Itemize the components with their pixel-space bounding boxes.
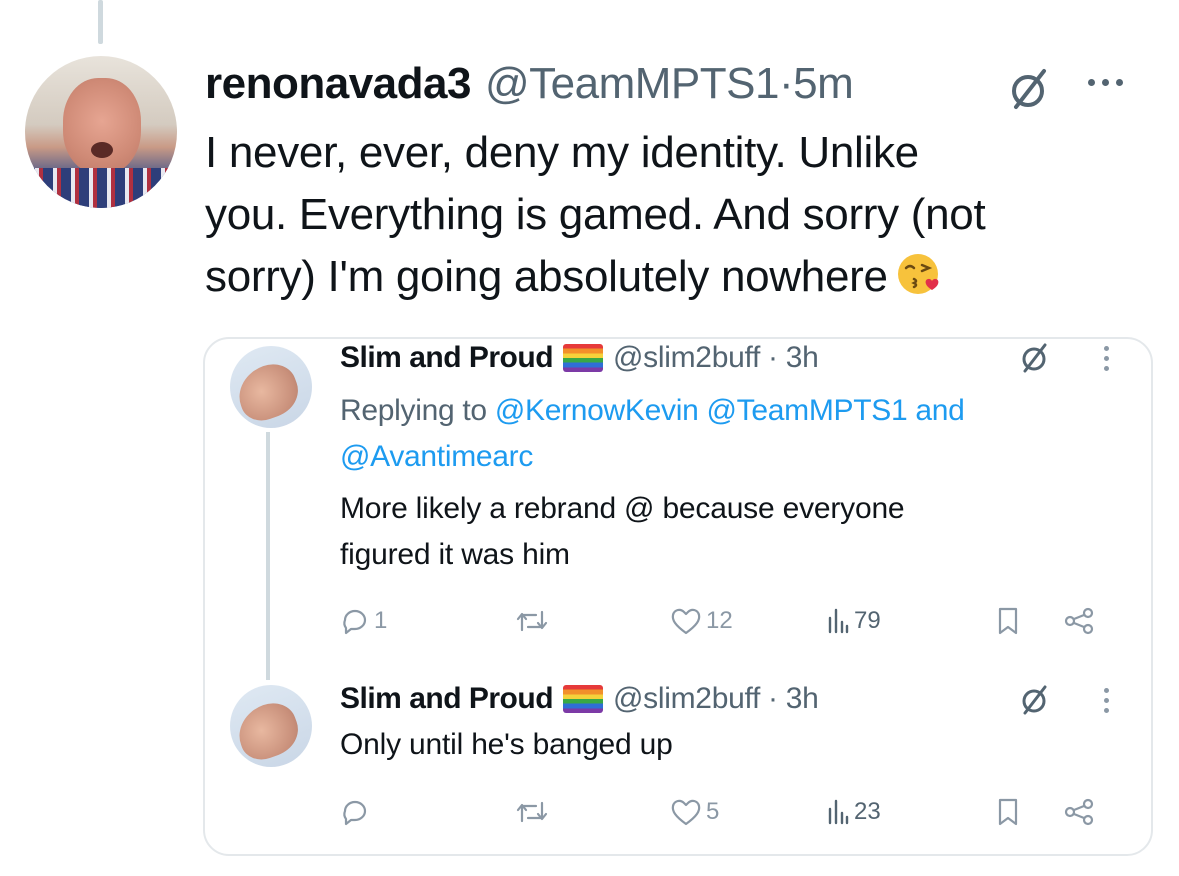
views-button[interactable]: 23 [826, 792, 881, 832]
reply2-timestamp[interactable]: 3h [786, 682, 819, 716]
reply1-text: More likely a rebrand @ because everyone… [340, 486, 905, 578]
slashed-circle-icon [1012, 69, 1046, 109]
replying-to-line: Replying to @KernowKevin @TeamMPTS1 and … [340, 388, 1100, 480]
reply2-text: Only until he's banged up [340, 728, 673, 761]
avatar-mouth [91, 142, 113, 158]
mention-link[interactable]: @Avantimearc [340, 440, 533, 473]
views-button[interactable]: 79 [826, 601, 881, 641]
avatar-arm-image [230, 696, 306, 766]
reply-count: 1 [374, 607, 388, 634]
share-icon [1064, 607, 1094, 635]
reply1-display-name[interactable]: Slim and Proud [340, 341, 554, 375]
thread-connector-line [266, 432, 270, 680]
separator-dot: · [768, 341, 778, 374]
heart-icon [671, 799, 701, 826]
avatar-shirt [25, 168, 177, 208]
reply2-handle[interactable]: @slim2buff [613, 682, 760, 716]
like-button[interactable]: 12 [670, 601, 733, 641]
reply1-text-line-1: More likely a rebrand @ because everyone [340, 492, 905, 525]
tweet-text-line-3: sorry) I'm going absolutely nowhere [205, 246, 1165, 308]
mention-conjunction: and [915, 394, 965, 427]
bookmark-button[interactable] [996, 601, 1020, 641]
reply1-timestamp[interactable]: 3h [786, 341, 819, 375]
reply1-handle[interactable]: @slim2buff [613, 341, 760, 375]
reply2-action-bar: 5 23 [340, 792, 1110, 832]
reply1-text-line-2: figured it was him [340, 538, 570, 571]
avatar-face [63, 78, 141, 174]
retweet-icon [516, 610, 548, 632]
avatar[interactable] [25, 56, 177, 208]
more-options-icon[interactable] [1088, 72, 1138, 92]
replying-to-label: Replying to [340, 394, 487, 427]
rainbow-flag-icon [563, 344, 604, 372]
display-name[interactable]: renonavada3 [205, 59, 471, 109]
tweet-text-line-1: I never, ever, deny my identity. Unlike [205, 128, 919, 177]
separator-dot: · [768, 682, 778, 715]
retweet-button[interactable] [514, 792, 550, 832]
user-handle[interactable]: @TeamMPTS1 [485, 59, 779, 109]
comment-icon [343, 609, 367, 635]
share-icon [1064, 798, 1094, 826]
thread-connector-top [98, 0, 103, 44]
timestamp[interactable]: 5m [793, 59, 854, 109]
comment-icon [343, 800, 367, 826]
bookmark-icon [998, 798, 1018, 826]
reply-button[interactable]: 1 [340, 601, 387, 641]
like-count: 5 [706, 798, 720, 825]
share-button[interactable] [1062, 601, 1096, 641]
reply1-action-bar: 1 12 79 [340, 601, 1110, 641]
reply2-header: Slim and Proud @slim2buff · 3h [340, 679, 819, 719]
retweet-button[interactable] [514, 601, 550, 641]
tweet-text: I never, ever, deny my identity. Unlike … [205, 122, 1165, 308]
bar-chart-views-icon [828, 608, 849, 634]
reply1-avatar[interactable] [230, 346, 312, 428]
bookmark-icon [998, 607, 1018, 635]
slashed-circle-icon [1022, 343, 1047, 373]
separator-dot: · [778, 59, 794, 108]
bookmark-button[interactable] [996, 792, 1020, 832]
heart-icon [671, 608, 701, 635]
reply2-avatar[interactable] [230, 685, 312, 767]
tweet-text-line-2: you. Everything is gamed. And sorry (not [205, 190, 986, 239]
reply1-header: Slim and Proud @slim2buff · 3h [340, 338, 819, 378]
share-button[interactable] [1062, 792, 1096, 832]
more-options-icon[interactable] [1102, 343, 1110, 373]
rainbow-flag-icon [563, 685, 604, 713]
like-button[interactable]: 5 [670, 792, 719, 832]
mention-link[interactable]: @KernowKevin [495, 394, 699, 427]
slashed-circle-icon [1022, 685, 1047, 715]
view-count: 79 [854, 607, 881, 634]
mention-link[interactable]: @TeamMPTS1 [707, 394, 908, 427]
reply-button[interactable] [340, 792, 370, 832]
reply2-display-name[interactable]: Slim and Proud [340, 682, 554, 716]
tweet-header: renonavada3 @TeamMPTS1 · 5m [205, 58, 854, 110]
retweet-icon [516, 801, 548, 823]
like-count: 12 [706, 607, 733, 634]
more-options-icon[interactable] [1102, 685, 1110, 715]
view-count: 23 [854, 798, 881, 825]
face-blowing-a-kiss-emoji-icon [897, 254, 939, 294]
avatar-arm-image [230, 357, 306, 427]
bar-chart-views-icon [828, 799, 849, 825]
